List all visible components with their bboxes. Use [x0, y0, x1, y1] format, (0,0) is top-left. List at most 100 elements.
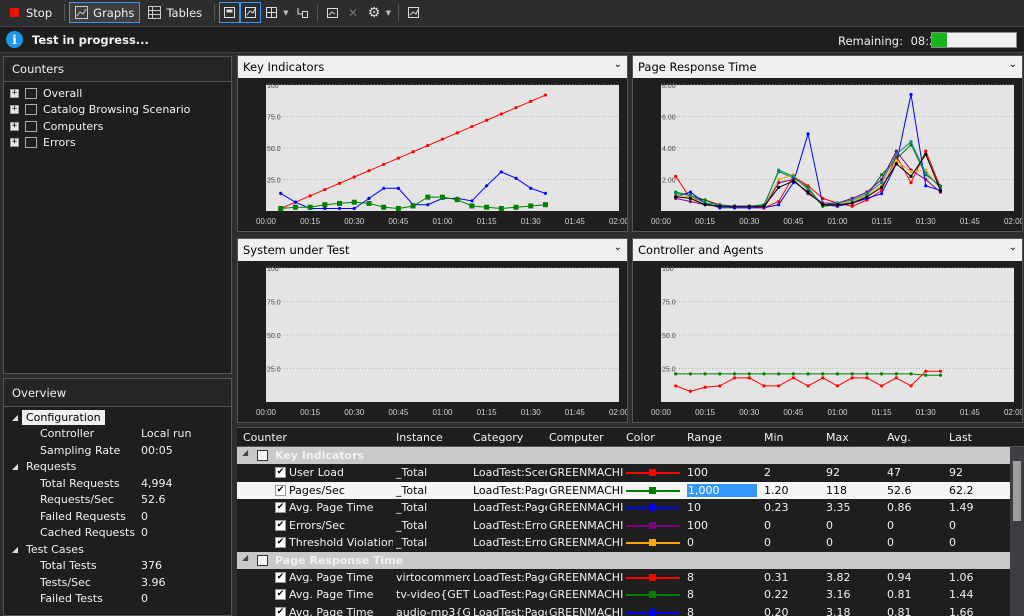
table-row[interactable]: ✔Errors/Sec _Total LoadTest:ErrorsGREENMAC… [237, 517, 1024, 535]
counter-tree-item[interactable]: + Errors [4, 135, 231, 152]
table-group-header[interactable]: ◢ Page Response Time [237, 551, 1024, 569]
row-checkbox[interactable]: ✔ [275, 606, 286, 616]
column-header[interactable]: Min [764, 431, 784, 444]
column-header[interactable]: Color [626, 431, 655, 444]
column-header[interactable]: Last [949, 431, 972, 444]
collapse-icon[interactable]: ◢ [8, 545, 22, 554]
table-group-header[interactable]: ◢ Key Indicators [237, 447, 1024, 464]
column-header[interactable]: Avg. [887, 431, 911, 444]
stop-button[interactable]: Stop [4, 2, 58, 23]
collapse-icon[interactable]: ◢ [242, 448, 248, 457]
expand-icon[interactable]: + [10, 121, 19, 131]
x-tick-label: 01:00 [432, 217, 453, 226]
column-header[interactable]: Max [826, 431, 849, 444]
data-point [865, 372, 869, 376]
counter-graph-icon[interactable] [322, 2, 343, 23]
graphs-button[interactable]: Graphs [69, 2, 141, 23]
single-panel-layout-icon[interactable] [219, 2, 241, 23]
x-tick-label: 01:00 [827, 408, 848, 417]
data-point [732, 204, 737, 208]
chevron-down-icon[interactable]: ⌄ [614, 59, 622, 70]
chevron-down-icon[interactable]: ⌄ [1009, 242, 1017, 253]
data-point [367, 169, 371, 173]
vertical-scrollbar[interactable] [1010, 447, 1024, 616]
data-point [747, 376, 751, 380]
controller-and-agents-chart[interactable]: 100 75.0 50.0 25.0 00:00 00:15 00:30 00:45 01:00… [633, 261, 1022, 422]
color-swatch-marker [649, 504, 656, 511]
data-point [688, 193, 693, 197]
table-row[interactable]: ✔Avg. Page Time virtocommerceLoadTest:Pag… [237, 569, 1024, 587]
chevron-down-icon[interactable]: ⌄ [1009, 59, 1017, 70]
table-row[interactable]: ✔ Avg. Page Time _Total LoadTest:Page GREENM… [237, 499, 1024, 517]
x-tick-label: 00:45 [388, 217, 409, 226]
graph-panel-page-response-time: Page Response Time ⌄ 8.00 6.00 4.00 2.00 00:… [632, 55, 1023, 232]
overview-section-configuration[interactable]: ◢ Configuration [4, 409, 231, 426]
table-row[interactable]: ✔Avg. Page Time audio-mp3{GE}LoadTest:Pag… [237, 604, 1024, 616]
overview-section-test-cases[interactable]: ◢ Test Cases [4, 541, 231, 558]
data-point [703, 198, 707, 202]
column-header[interactable]: Computer [549, 431, 604, 444]
cell-avg: 0.81 [887, 605, 912, 616]
show-graph-icon[interactable] [240, 2, 262, 23]
chevron-down-icon[interactable]: ⌄ [614, 242, 622, 253]
data-point [791, 376, 795, 380]
counter-tree-item[interactable]: + Catalog Browsing Scenario [4, 102, 231, 119]
data-point [543, 191, 548, 195]
system-under-test-chart[interactable]: 100 75.0 50.0 25.0 00:00 00:15 00:30 00:45 01:00… [238, 261, 627, 422]
row-checkbox[interactable]: ✔ [275, 502, 286, 513]
color-swatch-marker [649, 608, 656, 616]
overview-value: 0 [141, 592, 148, 606]
grid-layout-icon[interactable] [261, 2, 282, 23]
expand-icon[interactable]: + [10, 138, 19, 148]
scrollbar-thumb[interactable] [1013, 461, 1021, 521]
data-point [674, 384, 678, 388]
column-header[interactable]: Instance [396, 431, 443, 444]
cell-counter: Threshold Violations/ [289, 536, 393, 549]
row-checkbox[interactable]: ✔ [275, 519, 286, 531]
cell-range: 1,000 [687, 483, 757, 497]
column-header[interactable]: Range [687, 431, 722, 444]
cell-range: 8 [687, 605, 694, 616]
gear-icon[interactable]: ⚙ [364, 2, 385, 23]
graph-title-bar[interactable]: Controller and Agents ⌄ [633, 239, 1022, 261]
data-point [909, 92, 913, 97]
column-header[interactable]: Counter [243, 431, 287, 444]
table-row[interactable]: ✔ Pages/Sec _Total LoadTest:Page GREENMACHIN… [237, 481, 1024, 499]
data-point [909, 181, 913, 185]
table-row[interactable]: ✔ Threshold Violations/_Total LoadTest:Err… [237, 534, 1024, 552]
collapse-icon[interactable]: ◢ [242, 553, 248, 562]
row-checkbox[interactable]: ✔ [275, 484, 286, 496]
page-response-time-chart[interactable]: 8.00 6.00 4.00 2.00 00:00 00:15 00:30 00:45 01:0… [633, 78, 1022, 231]
table-row[interactable]: ✔User Load _Total LoadTest:ScenaGREENMACHI… [237, 464, 1024, 482]
stop-label: Stop [26, 5, 53, 20]
delete-icon[interactable]: ✕ [343, 2, 364, 23]
export-icon[interactable] [403, 2, 424, 23]
key-indicators-chart[interactable]: 100 75.0 50.0 25.0 00:00 00:15 00:30 00:45 01:00… [238, 78, 627, 231]
counter-tree-item[interactable]: + Overall [4, 85, 231, 102]
row-checkbox[interactable]: ✔ [275, 467, 286, 478]
graph-title-bar[interactable]: System under Test ⌄ [238, 239, 627, 261]
counter-tree-item[interactable]: + Computers [4, 118, 231, 135]
y-tick-label: 8.00 [662, 83, 676, 90]
counter-category-icon [257, 554, 268, 566]
color-swatch-marker [649, 521, 656, 529]
row-checkbox[interactable]: ✔ [275, 589, 286, 600]
chevron-down-icon[interactable]: ▼ [386, 9, 391, 17]
collapse-icon[interactable]: ◢ [8, 462, 22, 471]
graph-title-bar[interactable]: Page Response Time ⌄ [633, 56, 1022, 78]
cell-category: LoadTest:Page [473, 588, 547, 601]
overview-section-requests[interactable]: ◢ Requests [4, 459, 231, 476]
chevron-down-icon[interactable]: ▼ [283, 9, 288, 17]
column-header[interactable]: Category [473, 431, 523, 444]
row-checkbox[interactable]: ✔ [275, 571, 286, 583]
expand-icon[interactable]: + [10, 88, 19, 98]
table-row[interactable]: ✔ Avg. Page Time tv-video{GET} LoadTest:Pag… [237, 586, 1024, 604]
graph-title-bar[interactable]: Key Indicators ⌄ [238, 56, 627, 78]
x-tick-label: 01:15 [477, 408, 498, 417]
cell-instance: tv-video{GET} [396, 588, 470, 601]
expand-icon[interactable]: + [10, 105, 19, 115]
tables-button[interactable]: Tables [142, 2, 208, 23]
row-checkbox[interactable]: ✔ [275, 537, 286, 548]
add-counter-icon[interactable] [292, 2, 313, 23]
collapse-icon[interactable]: ◢ [8, 413, 22, 422]
